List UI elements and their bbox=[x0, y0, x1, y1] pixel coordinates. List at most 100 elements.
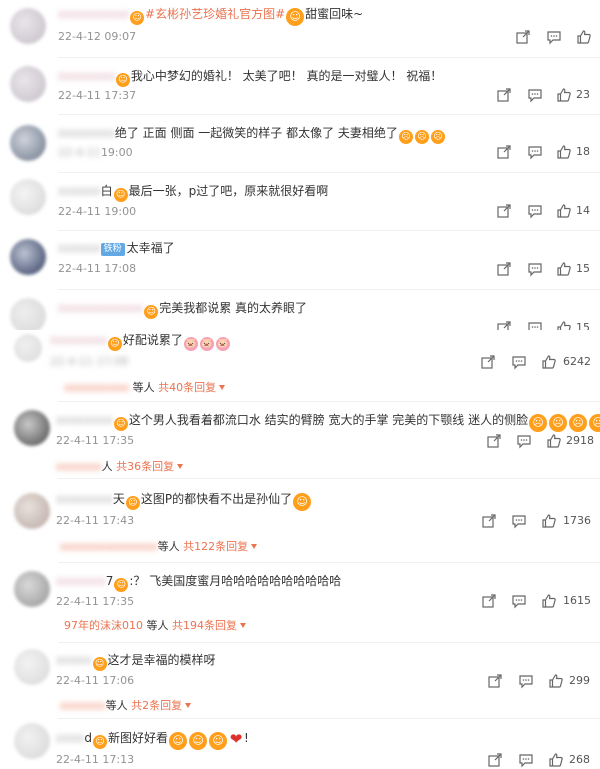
replies-summary[interactable]: xxxxxxx等人 共2条回复 bbox=[60, 698, 192, 713]
thumbs-up-icon[interactable] bbox=[548, 752, 564, 768]
share-icon[interactable] bbox=[496, 203, 512, 219]
avatar[interactable] bbox=[14, 723, 50, 759]
comment-time: 22-4-11 17:35 bbox=[56, 434, 135, 447]
face-emoji-icon: ☺ bbox=[113, 188, 128, 202]
comment-icon[interactable] bbox=[511, 354, 527, 370]
share-icon[interactable] bbox=[496, 144, 512, 160]
like-count: 1615 bbox=[563, 594, 591, 607]
comment-icon[interactable] bbox=[546, 29, 562, 45]
thumbs-up-icon[interactable] bbox=[541, 354, 557, 370]
share-icon[interactable] bbox=[496, 320, 512, 330]
share-icon[interactable] bbox=[480, 354, 496, 370]
comment-item: xxxxxxxxxx ☺ #玄彬孙艺珍婚礼官方图# ☺ 甜蜜回味~ 22-4-12 09… bbox=[0, 0, 600, 56]
face-emoji-icon: ☺ bbox=[286, 8, 305, 26]
avatar[interactable] bbox=[14, 410, 50, 446]
share-icon[interactable] bbox=[487, 752, 503, 768]
avatar[interactable] bbox=[10, 298, 46, 330]
share-icon[interactable] bbox=[486, 433, 502, 449]
avatar[interactable] bbox=[14, 493, 50, 529]
like-count: 15 bbox=[576, 321, 590, 330]
share-icon[interactable] bbox=[515, 29, 531, 45]
thumbs-up-icon[interactable] bbox=[541, 593, 557, 609]
comment-icon[interactable] bbox=[527, 87, 543, 103]
like-count: 18 bbox=[576, 145, 590, 158]
comment-time: 22-4-11 17:13 bbox=[56, 753, 135, 766]
pig-emoji-icon: 🐷 bbox=[199, 337, 214, 351]
reply-count[interactable]: 共2条回复 bbox=[131, 699, 182, 712]
comment-item: xxxxxxx7 ☺:？ 飞美国度蜜月哈哈哈哈哈哈哈哈哈哈 22-4-11 17:… bbox=[0, 563, 600, 641]
comment-icon[interactable] bbox=[511, 513, 527, 529]
comment-text: xxxxxxxx ☺ 这个男人我看着都流口水 结实的臂膀 宽大的手掌 完美的下颚线 … bbox=[56, 412, 600, 432]
thumbs-up-icon[interactable] bbox=[541, 513, 557, 529]
comment-item: xxxxxxxx ☺ 这个男人我看着都流口水 结实的臂膀 宽大的手掌 完美的下颚线 … bbox=[0, 402, 600, 477]
thumbs-up-icon[interactable] bbox=[556, 144, 572, 160]
avatar[interactable] bbox=[10, 125, 46, 161]
comment-icon[interactable] bbox=[511, 593, 527, 609]
avatar[interactable] bbox=[10, 8, 46, 44]
comment-icon[interactable] bbox=[527, 144, 543, 160]
replies-summary[interactable]: xxxxxxx人 共36条回复 bbox=[56, 459, 184, 474]
fan-badge: 铁粉 bbox=[100, 243, 125, 256]
thumbs-up-icon[interactable] bbox=[556, 261, 572, 277]
crying-emoji-icon: ☹ bbox=[569, 414, 588, 432]
avatar[interactable] bbox=[14, 571, 50, 607]
thumbs-up-icon[interactable] bbox=[548, 673, 564, 689]
comment-text: xxxxxx白 ☺ 最后一张，p过了吧，原来就很好看啊 bbox=[58, 184, 329, 202]
comment-time: 22-4-11 17:37 bbox=[58, 89, 137, 102]
comment-time: 22-4-11 17:43 bbox=[56, 514, 135, 527]
comment-item: xxxxxxxx ☺ 我心中梦幻的婚礼！ 太美了吧！ 真的是一对璧人！ 祝福！ 22… bbox=[0, 58, 600, 114]
comment-text: xxxxd ☺ 新图好好看 ☺ ☺ ☺ ❤! bbox=[56, 730, 249, 750]
face-emoji-icon: ☺ bbox=[114, 578, 129, 592]
avatar[interactable] bbox=[10, 66, 46, 102]
comment-icon[interactable] bbox=[527, 203, 543, 219]
avatar[interactable] bbox=[10, 239, 46, 275]
face-emoji-icon: ☺ bbox=[93, 735, 108, 749]
avatar[interactable] bbox=[14, 649, 50, 685]
topic-link[interactable]: #玄彬孙艺珍婚礼官方图# bbox=[145, 7, 285, 21]
share-icon[interactable] bbox=[496, 87, 512, 103]
crying-emoji-icon: ☹ bbox=[589, 414, 600, 432]
thumbs-up-icon[interactable] bbox=[576, 29, 592, 45]
avatar[interactable] bbox=[14, 334, 42, 362]
comment-time: 22-4-11 17:35 bbox=[56, 595, 135, 608]
thumbs-up-icon[interactable] bbox=[556, 87, 572, 103]
comment-icon[interactable] bbox=[527, 320, 543, 330]
share-icon[interactable] bbox=[481, 513, 497, 529]
comment-icon[interactable] bbox=[527, 261, 543, 277]
comment-icon[interactable] bbox=[518, 752, 534, 768]
thumbs-up-icon[interactable] bbox=[556, 203, 572, 219]
crying-emoji-icon: ☹ bbox=[529, 414, 548, 432]
face-emoji-icon: ☺ bbox=[113, 417, 128, 431]
comment-icon[interactable] bbox=[518, 673, 534, 689]
thumbs-up-icon[interactable] bbox=[556, 320, 572, 330]
replies-summary[interactable]: xxxxxxxxxx 等人 共40条回复 bbox=[64, 380, 226, 395]
face-emoji-icon: ☺ bbox=[130, 11, 145, 25]
caret-down-icon bbox=[240, 623, 246, 628]
comment-text: xxxxxxx7 ☺:？ 飞美国度蜜月哈哈哈哈哈哈哈哈哈哈 bbox=[56, 574, 342, 592]
comment-item: xxxxx ☺ 这才是幸福的模样呀 22-4-11 17:06 299 xxxxxx… bbox=[0, 643, 600, 717]
avatar[interactable] bbox=[10, 179, 46, 215]
share-icon[interactable] bbox=[487, 673, 503, 689]
reply-user[interactable]: 97年的沫沫010 bbox=[64, 619, 143, 632]
cat-emoji-icon: ☺ bbox=[169, 732, 188, 750]
replies-summary[interactable]: xxxxxxxxxxxxxxx等人 共122条回复 bbox=[60, 539, 258, 554]
face-emoji-icon: ☺ bbox=[92, 657, 107, 671]
comment-item: xxxxxx白 ☺ 最后一张，p过了吧，原来就很好看啊 22-4-11 19:00 … bbox=[0, 173, 600, 229]
like-count: 268 bbox=[569, 753, 590, 766]
comment-icon[interactable] bbox=[516, 433, 532, 449]
comment-text-tail: 甜蜜回味~ bbox=[305, 7, 364, 21]
comment-item: xxxxxxxx绝了 正面 侧面 一起微笑的样子 都太像了 夫妻相绝了 ☹ ☹ ☹ 2… bbox=[0, 115, 600, 171]
replies-summary[interactable]: 97年的沫沫010 等人 共194条回复 bbox=[64, 618, 246, 633]
thumbs-up-icon[interactable] bbox=[546, 433, 562, 449]
comment-text: xxxxxxxxxxxx ☺ 完美我都说累 真的太养眼了 bbox=[58, 301, 308, 319]
comment-text: xxxxxxxx绝了 正面 侧面 一起微笑的样子 都太像了 夫妻相绝了 ☹ ☹ ☹ bbox=[58, 125, 446, 144]
comment-item: xxxxxxxx ☺ 好配说累了 🐷 🐷 🐷 22-4-11 17:08 6242 xxx… bbox=[0, 330, 600, 400]
comment-item: xxxxd ☺ 新图好好看 ☺ ☺ ☺ ❤! 22-4-11 17:13 268 bbox=[0, 719, 600, 769]
share-icon[interactable] bbox=[481, 593, 497, 609]
share-icon[interactable] bbox=[496, 261, 512, 277]
reply-count[interactable]: 共122条回复 bbox=[183, 540, 248, 553]
reply-count[interactable]: 共40条回复 bbox=[158, 381, 216, 394]
reply-count[interactable]: 共194条回复 bbox=[172, 619, 237, 632]
reply-count[interactable]: 共36条回复 bbox=[116, 460, 174, 473]
comment-time: 22-4-11 17:08 bbox=[50, 355, 129, 368]
